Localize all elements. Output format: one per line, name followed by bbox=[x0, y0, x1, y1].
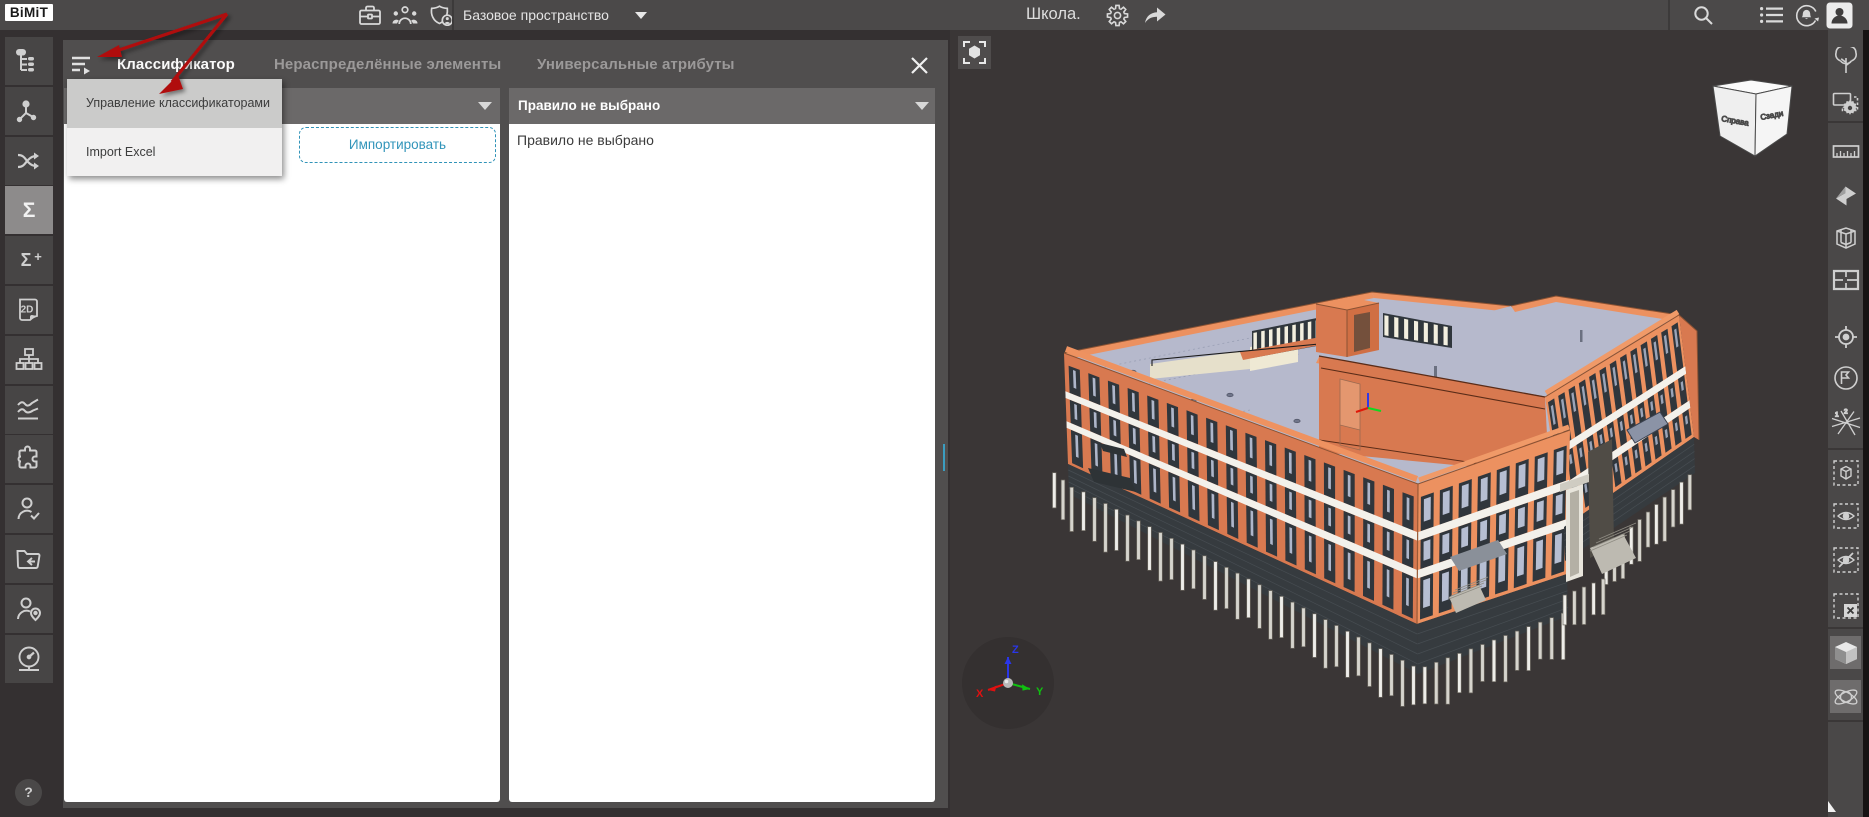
svg-text:Σ: Σ bbox=[23, 199, 36, 222]
svg-text:Σ: Σ bbox=[21, 250, 32, 270]
svg-text:+: + bbox=[34, 249, 42, 264]
svg-text:2D: 2D bbox=[21, 305, 34, 316]
svg-text:2: 2 bbox=[1844, 409, 1848, 416]
svg-text:1: 1 bbox=[1835, 412, 1839, 419]
